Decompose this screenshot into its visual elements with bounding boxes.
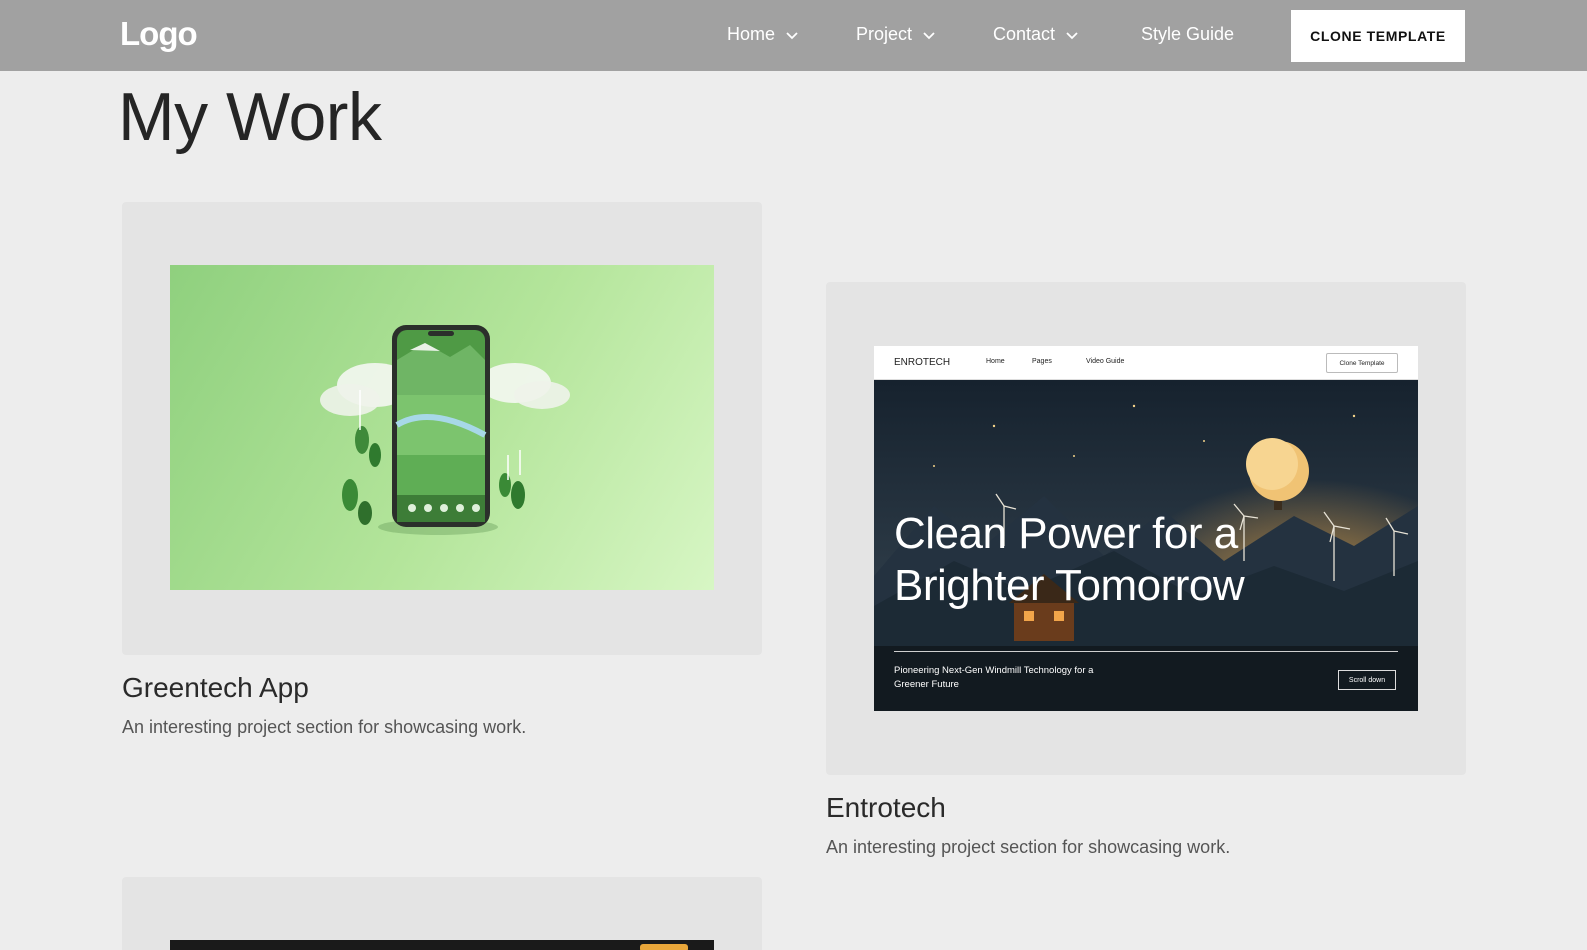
chevron-down-icon bbox=[1066, 31, 1078, 39]
preview-clone-button: Clone Template bbox=[1326, 353, 1398, 373]
preview-headline: Clean Power for a Brighter Tomorrow bbox=[894, 509, 1245, 610]
logo[interactable]: Logo bbox=[120, 15, 198, 53]
project-card-third[interactable] bbox=[122, 877, 762, 950]
preview-scroll-button: Scroll down bbox=[1338, 670, 1396, 690]
preview-link-home: Home bbox=[986, 358, 1005, 365]
third-preview-image bbox=[170, 940, 714, 950]
nav-contact[interactable]: Contact bbox=[993, 24, 1079, 45]
preview-divider bbox=[894, 651, 1398, 652]
preview-logo: ENROTECH bbox=[894, 357, 951, 368]
nav-contact-label: Contact bbox=[993, 24, 1056, 44]
nav-style-guide[interactable]: Style Guide bbox=[1141, 24, 1234, 45]
nav-style-guide-label: Style Guide bbox=[1141, 24, 1235, 44]
preview-subtext: Pioneering Next-Gen Windmill Technology … bbox=[894, 665, 1094, 690]
preview-badge bbox=[640, 944, 688, 950]
entrotech-preview-image: ENROTECH Home Pages Video Guide Clone Te… bbox=[874, 346, 1418, 711]
project-card-entrotech[interactable]: ENROTECH Home Pages Video Guide Clone Te… bbox=[826, 282, 1466, 775]
preview-link-video-guide: Video Guide bbox=[1086, 358, 1125, 365]
project-title-entrotech[interactable]: Entrotech bbox=[826, 792, 946, 824]
nav-project-label: Project bbox=[856, 24, 913, 44]
preview-link-pages: Pages bbox=[1032, 358, 1052, 365]
project-card-greentech[interactable] bbox=[122, 202, 762, 655]
project-title-greentech[interactable]: Greentech App bbox=[122, 672, 309, 704]
project-desc-entrotech: An interesting project section for showc… bbox=[826, 837, 1231, 857]
nav-home-label: Home bbox=[727, 24, 776, 44]
phone-mockup-illustration bbox=[320, 325, 570, 535]
nav-project[interactable]: Project bbox=[856, 24, 936, 45]
chevron-down-icon bbox=[786, 31, 798, 39]
clone-template-button[interactable]: CLONE TEMPLATE bbox=[1291, 10, 1465, 62]
page-title: My Work bbox=[118, 79, 382, 155]
chevron-down-icon bbox=[923, 31, 935, 39]
project-desc-greentech: An interesting project section for showc… bbox=[122, 717, 527, 737]
top-nav: Logo Home Project Contact Style Guide CL… bbox=[0, 0, 1587, 71]
preview-nav: ENROTECH Home Pages Video Guide Clone Te… bbox=[874, 346, 1418, 380]
greentech-preview-image bbox=[170, 265, 714, 590]
nav-home[interactable]: Home bbox=[727, 24, 799, 45]
